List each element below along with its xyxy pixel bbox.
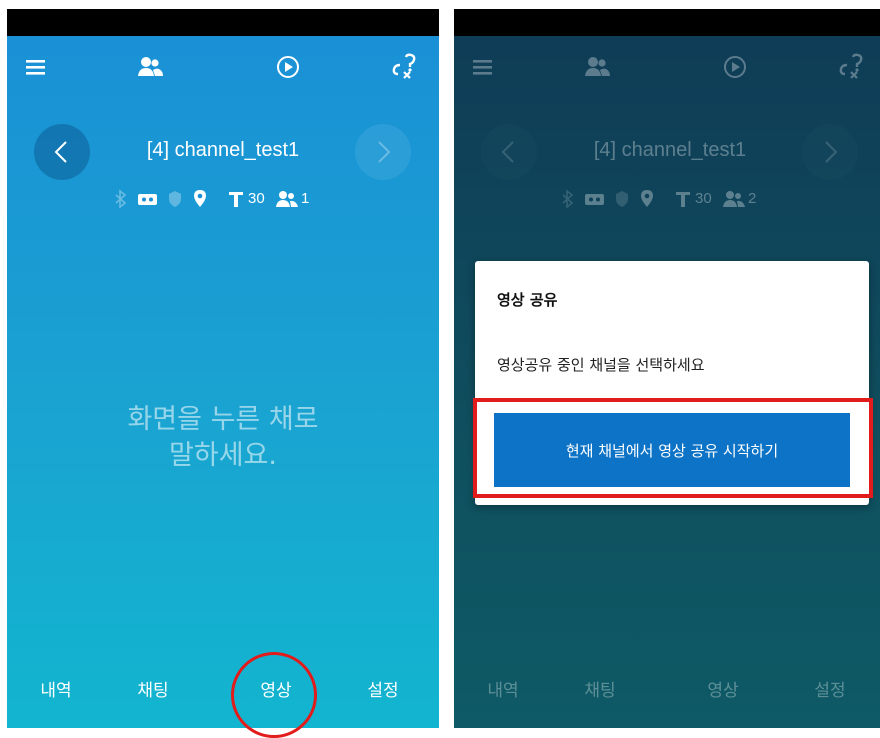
play-icon — [724, 56, 746, 78]
text-size-value: 30 — [248, 190, 265, 207]
users-icon — [276, 191, 298, 207]
phone-screen-main: [4] channel_test1 30 1 화면을 누른 채로 말하세요. 내… — [7, 9, 439, 728]
toolbar — [454, 36, 880, 98]
unlink-icon — [839, 53, 863, 79]
dialog-title: 영상 공유 — [497, 291, 558, 309]
channel-status-row: 30 2 — [454, 189, 880, 211]
status-bar — [454, 9, 880, 36]
menu-icon — [473, 60, 492, 75]
location-icon — [641, 190, 653, 207]
dialog-message: 영상공유 중인 채널을 선택하세요 — [497, 356, 705, 374]
user-count: 2 — [748, 190, 757, 207]
highlight-circle-video-tab — [231, 652, 317, 738]
text-size-icon — [229, 192, 243, 207]
users-icon — [723, 191, 745, 207]
user-count: 1 — [301, 190, 310, 207]
battery-icon — [585, 194, 604, 205]
channel-title: [4] channel_test1 — [593, 139, 747, 161]
users-icon[interactable] — [136, 52, 166, 82]
nav-item-chat[interactable]: 채팅 — [113, 676, 193, 701]
battery-icon — [138, 194, 157, 205]
highlight-rect-share-button — [473, 398, 873, 498]
nav-item-chat: 채팅 — [584, 681, 616, 701]
channel-title: [4] channel_test1 — [146, 139, 300, 161]
nav-item-history: 내역 — [487, 681, 519, 701]
push-to-talk-area[interactable]: 화면을 누른 채로 말하세요. — [7, 402, 439, 474]
nav-item-history[interactable]: 내역 — [16, 676, 96, 701]
channel-status-row: 30 1 — [7, 189, 439, 211]
text-size-value: 30 — [695, 190, 712, 207]
hint-line-2: 말하세요. — [169, 440, 277, 471]
hint-line-1: 화면을 누른 채로 — [127, 404, 319, 435]
toolbar — [7, 36, 439, 98]
nav-item-settings[interactable]: 설정 — [343, 676, 423, 701]
bluetooth-icon — [115, 189, 127, 209]
nav-item-settings: 설정 — [814, 681, 846, 701]
users-icon — [585, 57, 610, 76]
location-icon — [194, 190, 206, 207]
nav-item-video: 영상 — [707, 681, 739, 701]
bluetooth-icon — [562, 189, 574, 209]
shield-icon — [616, 191, 628, 207]
play-icon[interactable] — [273, 52, 303, 82]
bottom-navigation: 내역 채팅 영상 설정 — [454, 668, 880, 728]
unlink-icon[interactable] — [390, 52, 420, 82]
bottom-navigation: 내역 채팅 영상 설정 — [7, 668, 439, 728]
status-bar — [7, 9, 439, 36]
text-size-icon — [676, 192, 690, 207]
menu-icon[interactable] — [23, 52, 53, 82]
phone-screen-dialog: [4] channel_test1 30 2 영상 공유 영상공유 중인 채널을… — [454, 9, 880, 728]
shield-icon — [169, 191, 181, 207]
